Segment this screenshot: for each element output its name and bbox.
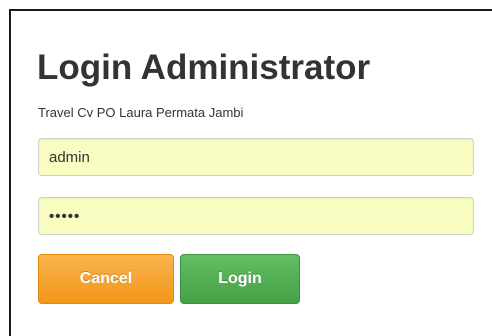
- login-button[interactable]: Login: [180, 254, 300, 304]
- password-input[interactable]: [38, 197, 474, 235]
- subtitle: Travel Cv PO Laura Permata Jambi: [38, 105, 244, 120]
- page-title: Login Administrator: [37, 48, 371, 87]
- cancel-button[interactable]: Cancel: [38, 254, 174, 304]
- username-input[interactable]: [38, 138, 474, 176]
